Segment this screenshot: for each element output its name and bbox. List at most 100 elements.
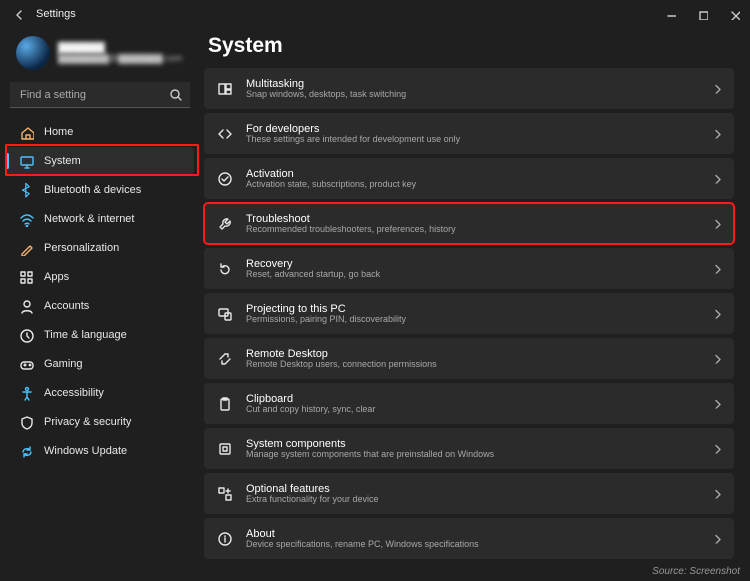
user-email: ████████@███████.com (58, 54, 182, 64)
chevron-right-icon (710, 486, 722, 501)
privacy-icon (18, 414, 34, 430)
search-icon (168, 87, 182, 101)
sidebar-item-time[interactable]: Time & language (0, 321, 200, 349)
card-subtitle: Device specifications, rename PC, Window… (246, 540, 479, 550)
card-developers[interactable]: For developers These settings are intend… (204, 113, 734, 154)
dev-icon (216, 125, 234, 143)
chevron-right-icon (710, 81, 722, 96)
card-subtitle: Manage system components that are preins… (246, 450, 494, 460)
system-icon (18, 153, 34, 169)
accounts-icon (18, 298, 34, 314)
sidebar-item-home[interactable]: Home (0, 118, 200, 146)
maximize-button[interactable] (686, 0, 718, 28)
personalize-icon (18, 240, 34, 256)
sidebar-item-gaming[interactable]: Gaming (0, 350, 200, 378)
sidebar-item-label: Windows Update (44, 445, 127, 457)
search-input[interactable] (10, 82, 190, 108)
card-activation[interactable]: Activation Activation state, subscriptio… (204, 158, 734, 199)
about-icon (216, 530, 234, 548)
card-multitasking[interactable]: Multitasking Snap windows, desktops, tas… (204, 68, 734, 109)
bluetooth-icon (18, 182, 34, 198)
sidebar-item-label: Apps (44, 271, 69, 283)
card-title: System components (246, 438, 494, 450)
card-title: Projecting to this PC (246, 303, 406, 315)
close-button[interactable] (718, 0, 750, 28)
chevron-right-icon (710, 441, 722, 456)
minimize-button[interactable] (654, 0, 686, 28)
back-button[interactable] (8, 4, 28, 24)
network-icon (18, 211, 34, 227)
card-subtitle: Permissions, pairing PIN, discoverabilit… (246, 315, 406, 325)
card-subtitle: Activation state, subscriptions, product… (246, 180, 416, 190)
sidebar-item-access[interactable]: Accessibility (0, 379, 200, 407)
card-title: Activation (246, 168, 416, 180)
card-title: About (246, 528, 479, 540)
apps-icon (18, 269, 34, 285)
card-troubleshoot[interactable]: Troubleshoot Recommended troubleshooters… (204, 203, 734, 244)
sidebar-item-label: Accessibility (44, 387, 104, 399)
chevron-right-icon (710, 216, 722, 231)
card-subtitle: Snap windows, desktops, task switching (246, 90, 406, 100)
sidebar-item-label: Privacy & security (44, 416, 131, 428)
sidebar-item-label: Gaming (44, 358, 83, 370)
optional-icon (216, 485, 234, 503)
card-remote[interactable]: Remote Desktop Remote Desktop users, con… (204, 338, 734, 379)
card-title: Clipboard (246, 393, 375, 405)
sidebar-item-label: Home (44, 126, 73, 138)
card-about[interactable]: About Device specifications, rename PC, … (204, 518, 734, 559)
user-name: ██████ (58, 42, 182, 54)
source-caption: Source: Screenshot (652, 566, 740, 577)
components-icon (216, 440, 234, 458)
card-title: Troubleshoot (246, 213, 456, 225)
card-recovery[interactable]: Recovery Reset, advanced startup, go bac… (204, 248, 734, 289)
card-subtitle: Remote Desktop users, connection permiss… (246, 360, 437, 370)
card-title: Multitasking (246, 78, 406, 90)
sidebar-item-label: Network & internet (44, 213, 134, 225)
sidebar-item-apps[interactable]: Apps (0, 263, 200, 291)
sidebar: ██████ ████████@███████.com Home System Bl… (0, 28, 200, 581)
recovery-icon (216, 260, 234, 278)
chevron-right-icon (710, 351, 722, 366)
card-components[interactable]: System components Manage system componen… (204, 428, 734, 469)
update-icon (18, 443, 34, 459)
sidebar-item-label: Personalization (44, 242, 119, 254)
sidebar-item-system[interactable]: System (6, 147, 194, 175)
card-optional[interactable]: Optional features Extra functionality fo… (204, 473, 734, 514)
activation-icon (216, 170, 234, 188)
accessibility-icon (18, 385, 34, 401)
chevron-right-icon (710, 126, 722, 141)
multitask-icon (216, 80, 234, 98)
gaming-icon (18, 356, 34, 372)
card-subtitle: Cut and copy history, sync, clear (246, 405, 375, 415)
troubleshoot-icon (216, 215, 234, 233)
sidebar-item-label: Time & language (44, 329, 127, 341)
chevron-right-icon (710, 396, 722, 411)
page-title: System (208, 34, 734, 58)
sidebar-item-personal[interactable]: Personalization (0, 234, 200, 262)
profile-block[interactable]: ██████ ████████@███████.com (0, 32, 200, 82)
sidebar-item-network[interactable]: Network & internet (0, 205, 200, 233)
sidebar-item-update[interactable]: Windows Update (0, 437, 200, 465)
title-bar: Settings (0, 0, 750, 28)
card-title: Remote Desktop (246, 348, 437, 360)
app-title: Settings (36, 8, 76, 20)
sidebar-item-bluetooth[interactable]: Bluetooth & devices (0, 176, 200, 204)
card-subtitle: Extra functionality for your device (246, 495, 379, 505)
time-icon (18, 327, 34, 343)
avatar (16, 36, 50, 70)
card-title: For developers (246, 123, 460, 135)
card-title: Optional features (246, 483, 379, 495)
sidebar-item-label: System (44, 155, 81, 167)
project-icon (216, 305, 234, 323)
main-panel: System Multitasking Snap windows, deskto… (200, 28, 750, 581)
sidebar-item-privacy[interactable]: Privacy & security (0, 408, 200, 436)
sidebar-item-accounts[interactable]: Accounts (0, 292, 200, 320)
chevron-right-icon (710, 531, 722, 546)
card-projecting[interactable]: Projecting to this PC Permissions, pairi… (204, 293, 734, 334)
card-clipboard[interactable]: Clipboard Cut and copy history, sync, cl… (204, 383, 734, 424)
card-subtitle: Recommended troubleshooters, preferences… (246, 225, 456, 235)
card-subtitle: Reset, advanced startup, go back (246, 270, 380, 280)
sidebar-item-label: Bluetooth & devices (44, 184, 141, 196)
remote-icon (216, 350, 234, 368)
card-title: Recovery (246, 258, 380, 270)
